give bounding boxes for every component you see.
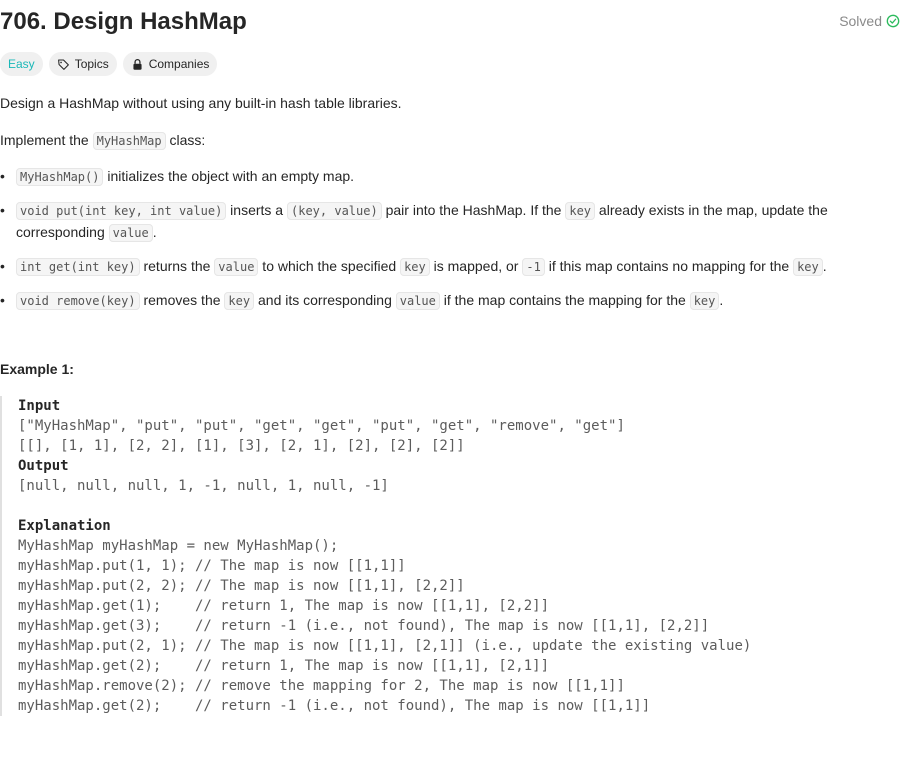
- difficulty-badge[interactable]: Easy: [0, 52, 43, 76]
- method-desc: returns the: [139, 258, 215, 274]
- method-desc: and its corresponding: [254, 292, 396, 308]
- inline-code: -1: [522, 258, 545, 276]
- method-code: void put(int key, int value): [16, 202, 227, 220]
- explanation-line: myHashMap.get(2); // return 1, The map i…: [18, 658, 550, 674]
- method-desc: removes the: [139, 292, 225, 308]
- tag-row: Easy Topics Companies: [0, 52, 218, 76]
- method-desc: is mapped, or: [429, 258, 523, 274]
- example-title: Example 1:: [0, 361, 74, 377]
- tag-icon: [57, 59, 69, 70]
- method-code: int get(int key): [16, 258, 140, 276]
- list-item: void remove(key) removes the key and its…: [0, 290, 890, 312]
- explanation-line: myHashMap.get(1); // return 1, The map i…: [18, 598, 550, 614]
- method-desc: .: [719, 292, 724, 308]
- inline-code: key: [793, 258, 823, 276]
- companies-button[interactable]: Companies: [122, 52, 218, 76]
- inline-code: value: [108, 224, 153, 242]
- inline-code: key: [565, 202, 596, 220]
- topics-button[interactable]: Topics: [48, 52, 117, 76]
- check-circle-icon: [886, 14, 900, 28]
- input-line-1: ["MyHashMap", "put", "put", "get", "get"…: [18, 418, 625, 434]
- explanation-line: myHashMap.put(2, 1); // The map is now […: [18, 638, 752, 654]
- example-block: Input ["MyHashMap", "put", "put", "get",…: [0, 396, 751, 716]
- inline-code: (key, value): [287, 202, 382, 220]
- list-item: int get(int key) returns the value to wh…: [0, 256, 890, 278]
- explanation-line: MyHashMap myHashMap = new MyHashMap();: [18, 538, 339, 554]
- input-label: Input: [18, 398, 61, 414]
- inline-code: value: [395, 292, 440, 310]
- method-desc: .: [822, 258, 827, 274]
- method-desc: initializes the object with an empty map…: [103, 168, 355, 184]
- output-line: [null, null, null, 1, -1, null, 1, null,…: [18, 478, 389, 494]
- input-line-2: [[], [1, 1], [2, 2], [1], [3], [2, 1], […: [18, 438, 465, 454]
- method-code: void remove(key): [16, 292, 140, 310]
- lock-icon: [133, 58, 142, 70]
- inline-code: key: [224, 292, 255, 310]
- method-list: MyHashMap() initializes the object with …: [0, 166, 890, 324]
- implement-prefix: Implement the: [0, 132, 93, 148]
- inline-code: value: [214, 258, 259, 276]
- method-code: MyHashMap(): [16, 168, 104, 186]
- solved-status: Solved: [839, 13, 900, 29]
- inline-code: key: [689, 292, 720, 310]
- description-intro: Design a HashMap without using any built…: [0, 95, 402, 111]
- explanation-line: myHashMap.put(2, 2); // The map is now […: [18, 578, 465, 594]
- method-desc: inserts a: [226, 202, 287, 218]
- difficulty-label: Easy: [8, 57, 35, 71]
- implement-line: Implement the MyHashMap class:: [0, 130, 205, 152]
- topics-label: Topics: [74, 57, 109, 71]
- method-desc: to which the specified: [258, 258, 401, 274]
- list-item: MyHashMap() initializes the object with …: [0, 166, 890, 188]
- list-item: void put(int key, int value) inserts a (…: [0, 200, 890, 244]
- method-desc: pair into the HashMap. If the: [381, 202, 566, 218]
- output-label: Output: [18, 458, 69, 474]
- method-desc: if the map contains the mapping for the: [439, 292, 690, 308]
- method-desc: .: [152, 224, 157, 240]
- explanation-line: myHashMap.get(2); // return -1 (i.e., no…: [18, 698, 651, 714]
- explanation-label: Explanation: [18, 518, 111, 534]
- solved-label: Solved: [839, 13, 882, 29]
- explanation-line: myHashMap.remove(2); // remove the mappi…: [18, 678, 625, 694]
- implement-suffix: class:: [165, 132, 206, 148]
- explanation-line: myHashMap.get(3); // return -1 (i.e., no…: [18, 618, 710, 634]
- class-name-code: MyHashMap: [92, 132, 166, 150]
- problem-title: 706. Design HashMap: [0, 8, 247, 35]
- explanation-line: myHashMap.put(1, 1); // The map is now […: [18, 558, 406, 574]
- method-desc: if this map contains no mapping for the: [544, 258, 794, 274]
- companies-label: Companies: [148, 57, 210, 71]
- inline-code: key: [400, 258, 430, 276]
